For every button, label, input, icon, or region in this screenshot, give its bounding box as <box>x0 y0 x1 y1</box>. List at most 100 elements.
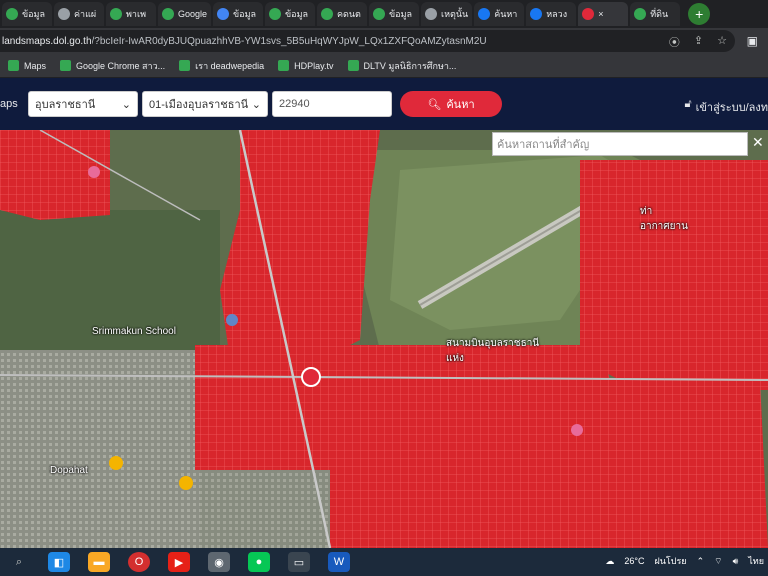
browser-tab[interactable]: ข้อมูล <box>369 2 420 26</box>
login-link[interactable]: 🔓︎ เข้าสู่ระบบ/ลงท <box>684 98 768 116</box>
browser-tab[interactable]: ข้อมูล <box>213 2 264 26</box>
tab-label: คดนต <box>337 9 361 19</box>
search-icon[interactable]: ⌕ <box>8 552 30 572</box>
browser-tab[interactable]: พาเพ <box>106 2 156 26</box>
search-icon: 🔍︎ <box>427 98 442 111</box>
tab-label: พาเพ <box>126 9 146 19</box>
browser-tab[interactable]: หลวง <box>526 2 577 26</box>
location-icon[interactable]: ⦿ <box>669 34 680 50</box>
green-globe-icon <box>6 8 18 20</box>
tab-label: ค่าแผ่ <box>74 9 97 19</box>
close-icon[interactable]: ✕ <box>752 134 764 151</box>
tab-label: ค้นหา <box>494 9 518 19</box>
map-label-airport: ท่าอากาศยาน <box>640 206 688 232</box>
bookmark-favicon-icon <box>278 60 290 71</box>
district-value: 01-เมืองอุบลราชธานี <box>149 99 249 111</box>
parcel-value: 22940 <box>279 98 310 110</box>
address-bar-row: landsmaps.dol.go.th /?bcIeIr-IwAR0dyBJUQ… <box>0 28 768 54</box>
browser-tab[interactable]: Google <box>158 2 212 26</box>
tab-label: ข้อมูล <box>22 9 46 19</box>
parcel-input[interactable]: 22940 <box>272 91 392 117</box>
network-icon[interactable]: ⌔ <box>714 556 722 567</box>
bookmark-item[interactable]: Maps <box>8 60 46 71</box>
bookmark-label: HDPlay.tv <box>294 60 334 71</box>
poi-search-placeholder: ค้นหาสถานที่สำคัญ <box>497 139 590 151</box>
line-icon[interactable]: ● <box>248 552 270 572</box>
browser-menu-icon[interactable]: ▣ <box>747 34 758 48</box>
chevron-down-icon: ⌄ <box>121 98 131 111</box>
file-explorer-icon[interactable]: ▬ <box>88 552 110 572</box>
weather-icon: ☁ <box>605 555 615 566</box>
bookmarks-bar: Maps Google Chrome สาว... เรา deadwepedia H… <box>0 54 768 78</box>
brand-text: aps <box>0 98 18 110</box>
tab-label: หลวง <box>546 9 568 19</box>
browser-tab[interactable]: ค่าแผ่ <box>54 2 104 26</box>
map-label-airport-name: สนามบินอุบลราชธานี แห่ง <box>446 338 540 364</box>
tab-label: เหตุนั้น <box>441 9 469 19</box>
browser-tab[interactable]: ค้นหา <box>474 2 525 26</box>
map-label-school: Srimmakun School <box>92 326 176 337</box>
weather-desc: ฝนโปรย <box>654 556 687 566</box>
map-pin-icon <box>162 8 174 20</box>
share-icon[interactable]: ⇪ <box>694 34 703 50</box>
green-globe-icon <box>321 8 334 20</box>
bookmark-item[interactable]: DLTV มูลนิธิการศึกษา... <box>347 59 457 73</box>
browser-tab[interactable]: ข้อมูล <box>2 2 52 26</box>
satellite-map <box>0 130 768 548</box>
landsmaps-header: aps อุบลราชธานี ⌄ 01-เมืองอุบลราชธานี ⌄ … <box>0 78 768 130</box>
tab-label: ข้อมูล <box>233 9 257 19</box>
opera-icon[interactable]: O <box>128 552 150 572</box>
search-button-label: ค้นหา <box>446 99 475 111</box>
tab-strip: ข้อมูล ค่าแผ่ พาเพ Google ข้อมูล ข้อมูล คดนต ข้… <box>0 0 768 28</box>
bookmark-label: Google Chrome สาว... <box>76 60 166 71</box>
login-label: เข้าสู่ระบบ/ลงท <box>695 102 768 114</box>
lock-icon: 🔓︎ <box>684 98 692 110</box>
bookmark-item[interactable]: Google Chrome สาว... <box>60 59 165 73</box>
browser-tab[interactable]: ข้อมูล <box>265 2 316 26</box>
browser-tab[interactable]: คดนต <box>317 2 368 26</box>
bookmark-favicon-icon <box>8 60 19 71</box>
facebook-icon <box>478 8 491 20</box>
tab-label: Google <box>178 9 208 19</box>
browser-tab[interactable]: ที่ดิน <box>630 2 681 26</box>
chevron-up-icon[interactable]: ⌃ <box>697 556 705 567</box>
windows-start-icon[interactable]: ◧ <box>48 552 70 572</box>
map-label-place: Dopahat <box>50 465 88 476</box>
new-tab-button[interactable]: + <box>688 3 711 25</box>
browser-tab[interactable]: × <box>578 2 629 26</box>
app-icon[interactable]: ▭ <box>288 552 310 572</box>
red-pin-icon <box>582 8 595 20</box>
tab-label: × <box>598 9 604 19</box>
system-tray: ☁ 26°C ฝนโปรย ⌃ ⌔ 🔊︎ ไทย <box>605 554 764 568</box>
chrome-icon[interactable]: ◉ <box>208 552 230 572</box>
bookmark-favicon-icon <box>60 60 72 71</box>
youtube-icon[interactable]: ▶ <box>168 552 190 572</box>
chevron-down-icon: ⌄ <box>251 98 261 111</box>
bookmark-item[interactable]: HDPlay.tv <box>278 60 334 71</box>
green-globe-icon <box>634 8 647 20</box>
gray-globe-icon <box>58 8 70 20</box>
search-button[interactable]: 🔍︎ ค้นหา <box>400 91 502 117</box>
province-value: อุบลราชธานี <box>35 99 96 111</box>
browser-tab[interactable]: เหตุนั้น <box>421 2 473 26</box>
bookmark-label: Maps <box>24 60 47 71</box>
gray-globe-icon <box>425 8 438 20</box>
volume-icon[interactable]: 🔊︎ <box>733 556 739 567</box>
bookmark-label: DLTV มูลนิธิการศึกษา... <box>363 60 457 71</box>
url-path: /?bcIeIr-IwAR0dyBJUQpuazhhVB-YW1svs_5B5u… <box>91 35 487 47</box>
facebook-icon <box>530 8 543 20</box>
weather-temp: 26°C <box>624 556 645 566</box>
bookmark-favicon-icon <box>347 60 359 71</box>
green-globe-icon <box>110 8 122 20</box>
province-select[interactable]: อุบลราชธานี ⌄ <box>28 91 138 117</box>
bookmark-item[interactable]: เรา deadwepedia <box>179 59 264 73</box>
address-bar[interactable]: landsmaps.dol.go.th /?bcIeIr-IwAR0dyBJUQ… <box>0 30 735 52</box>
poi-search-input[interactable]: ค้นหาสถานที่สำคัญ <box>492 132 748 156</box>
tab-label: ที่ดิน <box>650 9 669 19</box>
district-select[interactable]: 01-เมืองอุบลราชธานี ⌄ <box>142 91 268 117</box>
map-view[interactable]: Srimmakun School Dopahat ท่าอากาศยาน สนา… <box>0 130 768 548</box>
bookmark-label: เรา deadwepedia <box>195 60 265 71</box>
word-icon[interactable]: W <box>328 552 350 572</box>
language-indicator[interactable]: ไทย <box>748 554 764 568</box>
bookmark-star-icon[interactable]: ☆ <box>717 34 727 50</box>
